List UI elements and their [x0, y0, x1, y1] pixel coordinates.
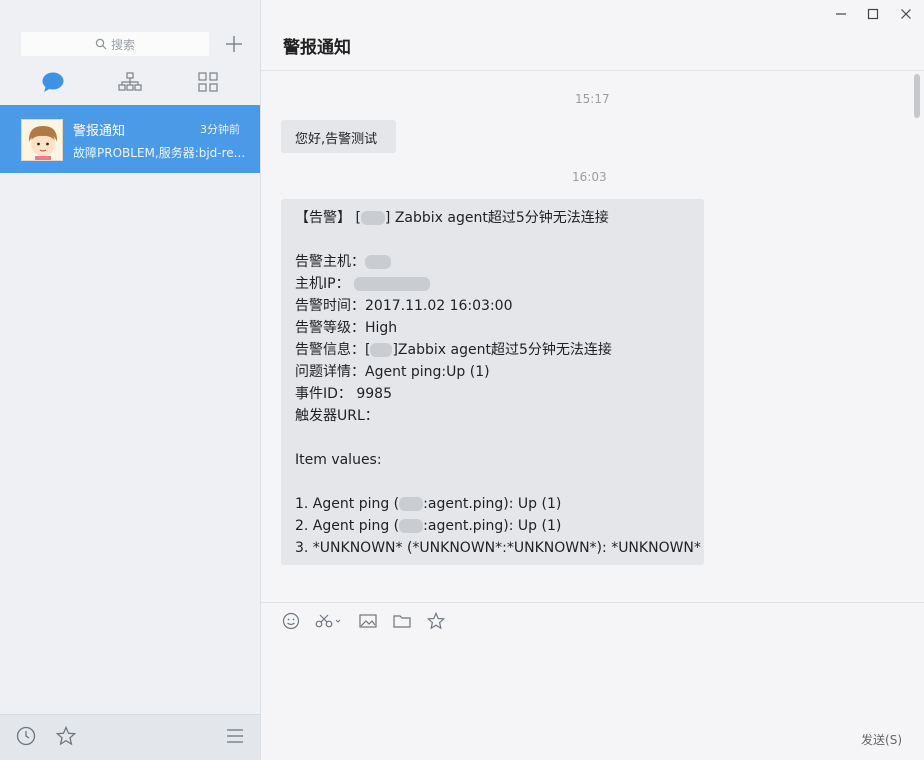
emoji-button[interactable] — [280, 611, 302, 631]
search-icon — [95, 38, 107, 50]
chat-bubble-icon — [42, 72, 64, 92]
item-value-prefix: 1. Agent ping ( — [295, 496, 400, 512]
redacted-block — [354, 277, 431, 291]
image-icon — [359, 614, 377, 628]
conversation-time: 3分钟前 — [200, 123, 240, 136]
org-chart-icon — [118, 72, 142, 91]
plus-icon — [226, 36, 242, 52]
star-icon — [56, 726, 76, 746]
message-line-blank — [295, 471, 704, 493]
message-line: 问题详情：Agent ping:Up (1) — [295, 364, 490, 380]
conversation-preview: 故障PROBLEM,服务器:bjd-re... — [73, 146, 246, 160]
message-line: 告警等级：High — [295, 320, 398, 336]
alert-ip-label: 主机IP： — [295, 276, 350, 292]
alert-subject: Zabbix agent超过5分钟无法连接 — [394, 210, 609, 226]
message-line: Item values: — [295, 452, 382, 468]
minimize-button[interactable] — [832, 6, 850, 22]
send-button[interactable]: 发送(S) — [861, 731, 902, 748]
input-toolbar — [261, 609, 561, 633]
message-line: 告警时间：2017.11.02 16:03:00 — [295, 298, 513, 314]
redacted-block — [370, 343, 393, 357]
message-line-blank — [295, 229, 704, 251]
tab-contacts[interactable] — [117, 70, 143, 94]
close-button[interactable] — [897, 6, 915, 22]
file-button[interactable] — [391, 611, 413, 631]
chat-title: 警报通知 — [283, 38, 351, 58]
tab-messages[interactable] — [40, 70, 66, 94]
menu-button[interactable] — [224, 725, 246, 747]
star-icon — [427, 612, 445, 630]
message-line: 3. *UNKNOWN* (*UNKNOWN*:*UNKNOWN*): *UNK… — [295, 540, 701, 556]
input-divider — [261, 602, 924, 603]
alert-host-label: 告警主机： — [295, 254, 365, 270]
message-line: 告警主机： — [295, 251, 704, 273]
alert-info-text: ]Zabbix agent超过5分钟无法连接 — [392, 342, 612, 358]
redacted-block — [365, 255, 391, 269]
message-line: 2. Agent ping ( :agent.ping): Up (1) — [295, 515, 704, 537]
item-value-suffix: :agent.ping): Up (1) — [423, 518, 562, 534]
message-line: 告警信息：[ ]Zabbix agent超过5分钟无法连接 — [295, 339, 704, 361]
message-bubble: 您好,告警测试 — [281, 120, 396, 153]
message-timestamp: 16:03 — [572, 170, 607, 184]
smiley-icon — [282, 612, 300, 630]
close-icon — [901, 9, 911, 19]
message-input[interactable] — [261, 636, 924, 726]
scrollbar-thumb[interactable] — [914, 74, 920, 118]
message-timestamp: 15:17 — [575, 92, 610, 106]
message-line: 1. Agent ping ( :agent.ping): Up (1) — [295, 493, 704, 515]
redacted-block — [360, 211, 385, 225]
sidebar: 搜索 警报通知 3分钟前 故障PROBLEM,服务器:bjd-re... — [0, 0, 261, 760]
maximize-button[interactable] — [864, 6, 882, 22]
conversation-item[interactable]: 警报通知 3分钟前 故障PROBLEM,服务器:bjd-re... — [0, 105, 260, 173]
message-line: 【告警】 [] Zabbix agent超过5分钟无法连接 — [295, 210, 609, 226]
item-value-suffix: :agent.ping): Up (1) — [423, 496, 562, 512]
message-bubble: 【告警】 [] Zabbix agent超过5分钟无法连接 告警主机： 主机IP… — [281, 199, 704, 565]
folder-icon — [393, 615, 411, 628]
alert-tag: 【告警】 — [295, 210, 351, 226]
message-line-blank — [295, 427, 704, 449]
history-button[interactable] — [15, 725, 37, 747]
tab-apps[interactable] — [195, 70, 221, 94]
clock-icon — [16, 726, 36, 746]
conversation-name: 警报通知 — [73, 124, 126, 139]
search-placeholder: 搜索 — [110, 37, 135, 52]
favorite-button[interactable] — [425, 611, 447, 631]
alert-info-label: 告警信息：[ — [295, 342, 371, 358]
image-button[interactable] — [357, 611, 379, 631]
search-input[interactable]: 搜索 — [21, 32, 209, 56]
chat-panel: 警报通知 15:17 您好,告警测试 16:03 【告警】 [] Zabbix … — [261, 0, 924, 760]
screenshot-button[interactable] — [314, 611, 344, 631]
message-list: 15:17 您好,告警测试 16:03 【告警】 [] Zabbix agent… — [261, 71, 924, 602]
message-line: 主机IP： — [295, 273, 704, 295]
message-text: 您好,告警测试 — [295, 132, 378, 147]
message-line: 事件ID： 9985 — [295, 386, 392, 402]
add-button[interactable] — [224, 34, 244, 54]
redacted-block — [399, 519, 424, 533]
favorites-button[interactable] — [55, 725, 77, 747]
sidebar-footer — [0, 714, 260, 760]
maximize-icon — [867, 8, 879, 20]
minimize-icon — [836, 13, 846, 15]
avatar — [21, 119, 63, 161]
sidebar-tabs — [0, 66, 261, 100]
redacted-block — [399, 497, 424, 511]
hamburger-icon — [227, 729, 243, 743]
item-value-prefix: 2. Agent ping ( — [295, 518, 400, 534]
message-line: 触发器URL： — [295, 408, 379, 424]
scissors-icon — [315, 614, 341, 628]
grid-icon — [198, 72, 218, 92]
